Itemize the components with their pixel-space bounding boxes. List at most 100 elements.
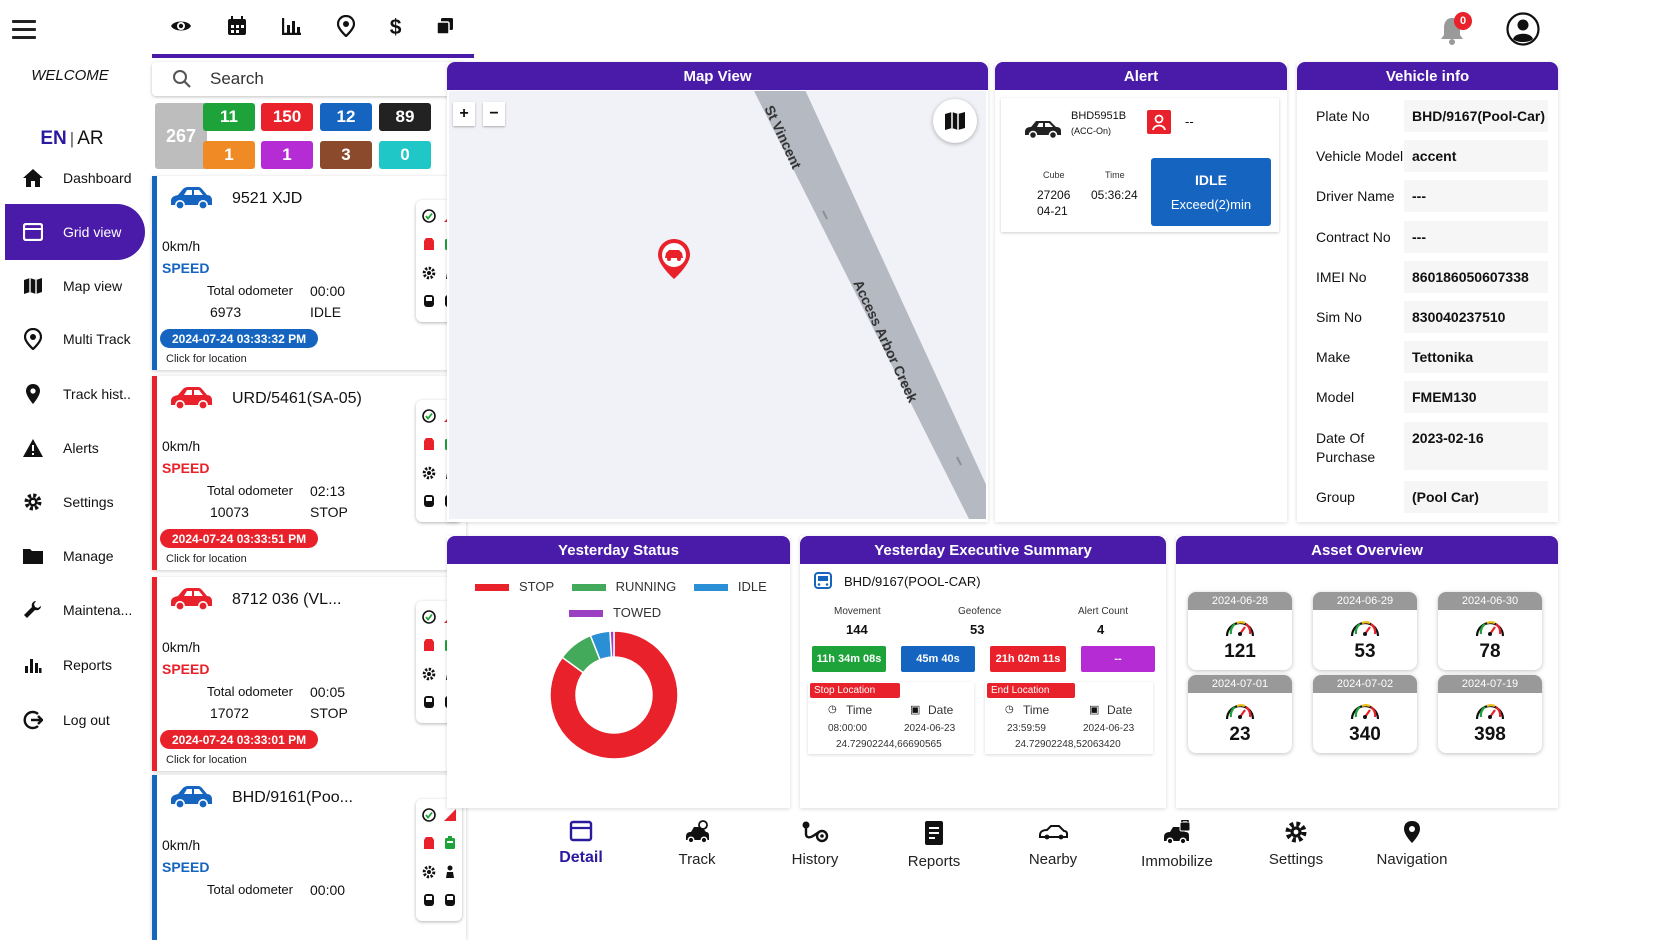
count-total[interactable]: 267 (155, 103, 207, 169)
notification-count-badge: 0 (1454, 12, 1472, 30)
geofence-value: 53 (970, 622, 985, 637)
calendar-icon[interactable] (227, 15, 247, 41)
lang-ar[interactable]: AR (77, 128, 103, 149)
asset-card[interactable]: 2024-06-28 121 (1188, 592, 1292, 670)
count-stop[interactable]: 150 (261, 103, 313, 131)
notification-bell[interactable]: 0 (1438, 12, 1472, 51)
sidebar-item-grid-view[interactable]: Grid view (5, 204, 145, 260)
map-canvas[interactable]: St Vincent Access Arbor Creek + − (449, 91, 986, 519)
stop-location-label: Stop Location (810, 683, 900, 698)
sidebar-item-reports[interactable]: Reports (5, 637, 145, 693)
reports-icon (925, 821, 943, 845)
count-brown[interactable]: 3 (320, 141, 372, 169)
sidebar-item-track-history[interactable]: Track hist.. (5, 366, 145, 422)
car-icon (168, 386, 214, 417)
bottom-nav-immobilize[interactable]: Immobilize (1127, 820, 1227, 870)
asset-card[interactable]: 2024-07-01 23 (1188, 675, 1292, 753)
search-box[interactable]: Search (152, 62, 466, 96)
sidebar-item-map-view[interactable]: Map view (5, 258, 145, 314)
vehicle-info-label: Sim No (1316, 309, 1362, 325)
vehicle-card[interactable]: BHD/9161(Poo... 0km/h SPEED Total odomet… (152, 775, 466, 940)
alert-card[interactable]: BHD5951B (ACC-On) -- Cube 27206 04-21 Ti… (1001, 98, 1279, 232)
bottom-nav-settings[interactable]: Settings (1246, 820, 1346, 868)
chart-icon[interactable] (281, 17, 302, 40)
asset-card[interactable]: 2024-07-02 340 (1313, 675, 1417, 753)
sidebar-item-manage[interactable]: Manage (5, 528, 145, 584)
bottom-nav-history[interactable]: History (765, 820, 865, 868)
search-input[interactable]: Search (210, 69, 264, 89)
vehicle-info-label: Make (1316, 349, 1351, 365)
state-duration: 00:00 (310, 283, 346, 299)
door-icon (423, 494, 435, 513)
bottom-nav-reports[interactable]: Reports (884, 820, 984, 870)
clock-icon: ◷ (828, 704, 837, 715)
sidebar-item-logout[interactable]: Log out (5, 692, 145, 748)
vehicle-card[interactable]: URD/5461(SA-05) 0km/h SPEED Total odomet… (152, 376, 466, 570)
asset-card[interactable]: 2024-07-19 398 (1438, 675, 1542, 753)
status-donut-chart[interactable] (547, 628, 681, 762)
stop-location-card[interactable]: Stop Location ◷ Time ▣ Date 08:00:00 202… (808, 682, 974, 754)
count-running[interactable]: 11 (203, 103, 255, 131)
asset-overview-title: Asset Overview (1176, 536, 1558, 564)
bottom-nav-label: Nearby (1028, 851, 1078, 868)
alert-title: Alert (995, 62, 1287, 90)
count-cyan[interactable]: 0 (379, 141, 431, 169)
click-for-location-link[interactable]: Click for location (166, 754, 247, 766)
status-bar (152, 775, 157, 940)
state-duration: 00:00 (310, 882, 346, 898)
dollar-icon[interactable]: $ (390, 16, 402, 40)
logout-icon (13, 710, 53, 730)
bottom-nav-detail[interactable]: Detail (531, 820, 631, 867)
language-switch: EN | AR (0, 128, 144, 150)
yesterday-status-title: Yesterday Status (447, 536, 790, 564)
zoom-out-button[interactable]: − (483, 102, 505, 126)
avatar[interactable] (1506, 12, 1540, 51)
click-for-location-link[interactable]: Click for location (166, 353, 247, 365)
yesterday-status-panel: Yesterday Status STOP RUNNING IDLE TOWED (447, 536, 790, 808)
user-avatar-icon (1506, 12, 1540, 46)
last-update-timestamp: 2024-07-24 03:33:51 PM (160, 529, 319, 548)
bottom-nav-track[interactable]: Track (647, 820, 747, 868)
lang-en[interactable]: EN (40, 128, 66, 149)
asset-card[interactable]: 2024-06-30 78 (1438, 592, 1542, 670)
last-update-timestamp: 2024-07-24 03:33:32 PM (160, 329, 319, 348)
vehicle-state: IDLE (310, 304, 342, 320)
bottom-nav-navigation[interactable]: Navigation (1362, 820, 1462, 868)
asset-date: 2024-07-02 (1313, 675, 1417, 693)
click-for-location-link[interactable]: Click for location (166, 553, 247, 565)
end-coordinates: 24.72902248,52063420 (1015, 739, 1121, 750)
legend-running: RUNNING (571, 579, 676, 594)
zoom-in-button[interactable]: + (453, 102, 475, 126)
end-location-card[interactable]: End Location ◷ Time ▣ Date 23:59:59 2024… (985, 682, 1153, 754)
odometer-label: Total odometer (207, 684, 293, 699)
car-icon (168, 785, 214, 816)
alert-status-sub: Exceed(2)min (1170, 197, 1252, 212)
sidebar-item-dashboard[interactable]: Dashboard (5, 150, 145, 206)
sidebar-item-alerts[interactable]: Alerts (5, 420, 145, 476)
odometer-value: 17072 (210, 705, 249, 721)
asset-card[interactable]: 2024-06-29 53 (1313, 592, 1417, 670)
count-towed[interactable]: 1 (261, 141, 313, 169)
time-value: 05:36:24 (1091, 188, 1138, 202)
vehicle-card[interactable]: 8712 036 (VL... 0km/h SPEED Total odomet… (152, 577, 466, 771)
hamburger-menu-icon[interactable] (12, 20, 36, 40)
geofence-icon[interactable] (336, 14, 355, 42)
sidebar-item-maintenance[interactable]: Maintena... (5, 582, 145, 638)
vehicle-map-marker[interactable] (656, 237, 692, 286)
signal-icon (443, 808, 457, 827)
count-orange[interactable]: 1 (203, 141, 255, 169)
geofence-label: Geofence (958, 606, 1002, 617)
count-idle[interactable]: 12 (320, 103, 372, 131)
bottom-nav-nearby[interactable]: Nearby (1003, 820, 1103, 868)
vehicle-status-icons (416, 799, 462, 921)
sidebar-item-multi-track[interactable]: Multi Track (5, 311, 145, 367)
sidebar-item-label: Map view (63, 278, 123, 294)
count-offline[interactable]: 89 (379, 103, 431, 131)
map-layers-button[interactable] (933, 99, 977, 143)
search-icon (173, 70, 191, 88)
copy-icon[interactable] (436, 17, 454, 40)
eye-icon[interactable] (170, 18, 192, 39)
asset-date: 2024-07-19 (1438, 675, 1542, 693)
sidebar-item-settings[interactable]: Settings (5, 474, 145, 530)
vehicle-card[interactable]: 9521 XJD 0km/h SPEED Total odometer 6973… (152, 176, 466, 370)
